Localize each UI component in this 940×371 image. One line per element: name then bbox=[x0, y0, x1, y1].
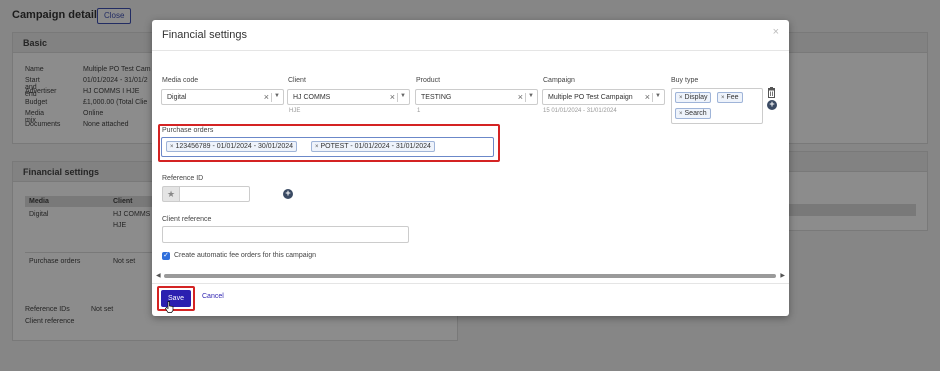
pointer-cursor-icon bbox=[165, 301, 174, 313]
purchase-orders-multiselect[interactable]: × 123456789 - 01/01/2024 - 30/01/2024 × PO… bbox=[161, 137, 494, 157]
remove-icon[interactable]: × bbox=[679, 111, 683, 117]
trash-icon[interactable] bbox=[767, 87, 776, 98]
client-select[interactable]: HJ COMMS × ▼ bbox=[287, 89, 410, 105]
scrollbar-thumb[interactable] bbox=[164, 274, 776, 278]
reference-id-input[interactable] bbox=[179, 186, 250, 202]
chevron-down-icon[interactable]: ▼ bbox=[274, 93, 280, 99]
buy-type-multiselect[interactable]: × Display × Fee × Search bbox=[671, 88, 763, 124]
scroll-left-icon[interactable]: ◀ bbox=[156, 272, 161, 279]
clear-icon[interactable]: × bbox=[518, 92, 523, 102]
financial-settings-modal: Financial settings × Media code Digital … bbox=[152, 20, 789, 316]
chevron-down-icon[interactable]: ▼ bbox=[528, 93, 534, 99]
clear-icon[interactable]: × bbox=[264, 92, 269, 102]
purchase-orders-label: Purchase orders bbox=[162, 127, 214, 134]
chevron-down-icon[interactable]: ▼ bbox=[655, 93, 661, 99]
po-chip-2[interactable]: × POTEST - 01/01/2024 - 31/01/2024 bbox=[311, 141, 435, 152]
modal-title: Financial settings bbox=[162, 29, 247, 41]
remove-icon[interactable]: × bbox=[679, 95, 683, 101]
buy-type-chip-display[interactable]: × Display bbox=[675, 92, 712, 103]
client-sub: HJE bbox=[289, 108, 301, 114]
remove-icon[interactable]: × bbox=[170, 144, 174, 150]
clear-icon[interactable]: × bbox=[390, 92, 395, 102]
remove-icon[interactable]: × bbox=[721, 95, 725, 101]
close-icon[interactable]: × bbox=[773, 26, 779, 38]
add-buy-type-icon[interactable]: + bbox=[767, 100, 777, 110]
po-chip-1[interactable]: × 123456789 - 01/01/2024 - 30/01/2024 bbox=[166, 141, 298, 152]
add-reference-id-icon[interactable]: + bbox=[283, 189, 293, 199]
horizontal-scrollbar[interactable]: ◀ ▶ bbox=[156, 272, 785, 279]
product-sub: 1 bbox=[417, 108, 421, 114]
clear-icon[interactable]: × bbox=[645, 92, 650, 102]
client-reference-label: Client reference bbox=[162, 216, 212, 223]
reference-id-label: Reference ID bbox=[162, 175, 204, 182]
client-label: Client bbox=[288, 77, 306, 84]
product-select[interactable]: TESTING × ▼ bbox=[415, 89, 538, 105]
cancel-link[interactable]: Cancel bbox=[202, 293, 224, 300]
chevron-down-icon[interactable]: ▼ bbox=[400, 93, 406, 99]
product-label: Product bbox=[416, 77, 441, 84]
auto-fee-checkbox[interactable]: ✓ bbox=[162, 252, 170, 260]
campaign-label: Campaign bbox=[543, 77, 575, 84]
campaign-select[interactable]: Multiple PO Test Campaign × ▼ bbox=[542, 89, 665, 105]
auto-fee-label: Create automatic fee orders for this cam… bbox=[174, 252, 317, 259]
media-code-select[interactable]: Digital × ▼ bbox=[161, 89, 284, 105]
buy-type-chip-fee[interactable]: × Fee bbox=[717, 92, 743, 103]
campaign-sub: 15 01/01/2024 - 31/01/2024 bbox=[543, 108, 617, 114]
buy-type-chip-search[interactable]: × Search bbox=[675, 108, 711, 119]
star-icon[interactable]: ★ bbox=[162, 186, 179, 202]
buy-type-label: Buy type bbox=[671, 77, 699, 84]
scroll-right-icon[interactable]: ▶ bbox=[780, 272, 785, 279]
remove-icon[interactable]: × bbox=[315, 144, 319, 150]
media-code-label: Media code bbox=[162, 77, 199, 84]
client-reference-input[interactable] bbox=[162, 226, 409, 243]
